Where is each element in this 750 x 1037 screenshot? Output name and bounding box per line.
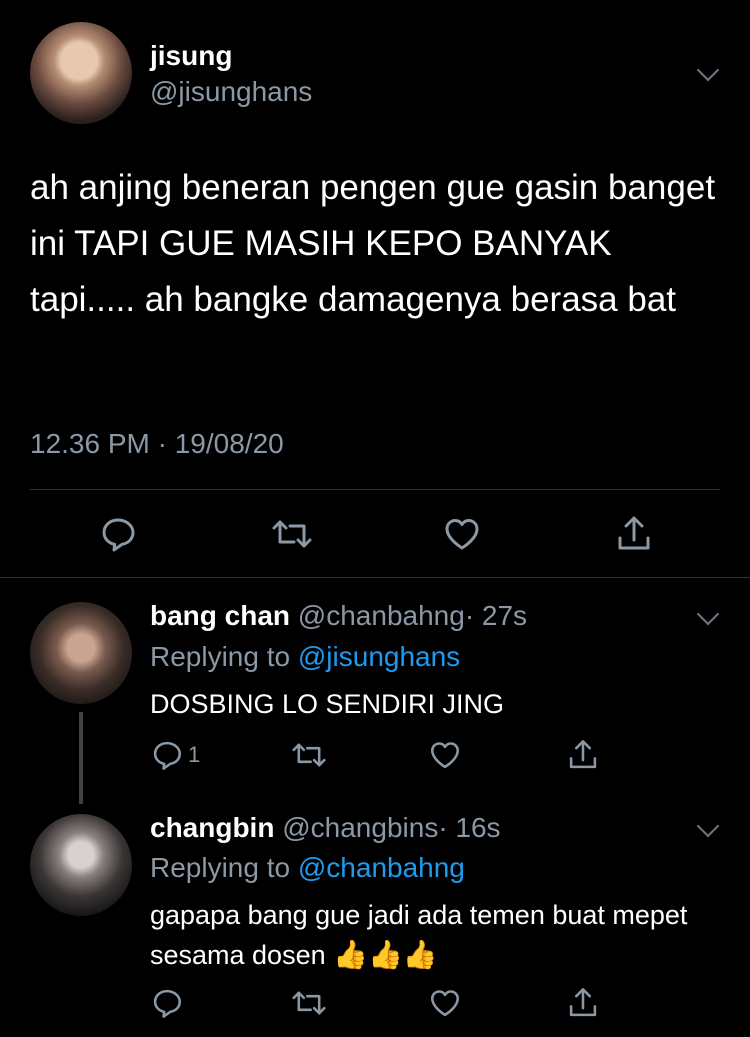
- retweet-icon: [272, 520, 312, 548]
- reply-text: DOSBING LO SENDIRI JING: [150, 689, 505, 719]
- share-icon: [569, 988, 597, 1017]
- replying-prefix: Replying to: [150, 641, 291, 672]
- retweet-button[interactable]: [290, 986, 328, 1020]
- replying-to-link[interactable]: @chanbahng: [298, 852, 465, 883]
- display-name[interactable]: jisung: [150, 40, 232, 72]
- display-name[interactable]: bang chan: [150, 600, 290, 631]
- reply-icon: [153, 741, 182, 770]
- share-icon: [618, 516, 650, 550]
- chevron-down-icon[interactable]: [696, 602, 720, 626]
- share-icon: [569, 740, 597, 769]
- avatar-jisung[interactable]: [30, 22, 132, 124]
- reply-count: 1: [188, 742, 201, 767]
- like-icon: [430, 990, 460, 1017]
- reply-time: · 16s: [438, 812, 501, 843]
- reply-icon: [102, 518, 135, 552]
- retweet-icon: [292, 991, 326, 1015]
- chevron-down-icon[interactable]: [696, 814, 720, 838]
- reply-button[interactable]: [98, 514, 138, 554]
- thumbs-up-emoji: 👍👍👍: [333, 939, 438, 970]
- reply-header: changbin @changbins· 16s: [150, 812, 501, 844]
- like-button[interactable]: [442, 514, 482, 554]
- timestamp: 12.36 PM · 19/08/20: [30, 428, 284, 459]
- replying-to: Replying to @chanbahng: [150, 852, 465, 884]
- handle[interactable]: @jisunghans: [150, 76, 312, 108]
- reply-button[interactable]: [150, 986, 184, 1020]
- reply-button[interactable]: 1: [150, 738, 200, 772]
- handle[interactable]: @changbins: [282, 812, 438, 843]
- share-button[interactable]: [566, 986, 600, 1020]
- like-icon: [430, 742, 460, 769]
- replying-to: Replying to @jisunghans: [150, 641, 460, 673]
- share-button[interactable]: [614, 514, 654, 554]
- display-name[interactable]: changbin: [150, 812, 274, 843]
- reply-time: · 27s: [464, 600, 528, 631]
- replying-prefix: Replying to: [150, 852, 291, 883]
- replying-to-link[interactable]: @jisunghans: [298, 641, 460, 672]
- like-button[interactable]: [428, 738, 462, 772]
- reply-header: bang chan @chanbahng· 27s: [150, 600, 527, 632]
- retweet-button[interactable]: [270, 514, 314, 554]
- like-button[interactable]: [428, 986, 462, 1020]
- share-button[interactable]: [566, 738, 600, 772]
- reply-text: gapapa bang gue jadi ada temen buat mepe…: [150, 895, 710, 975]
- handle[interactable]: @chanbahng: [298, 600, 465, 631]
- like-icon: [445, 519, 479, 550]
- divider: [0, 577, 750, 578]
- chevron-down-icon[interactable]: [696, 58, 720, 82]
- reply-icon: [153, 989, 182, 1018]
- avatar-bang-chan[interactable]: [30, 602, 132, 704]
- avatar-changbin[interactable]: [30, 814, 132, 916]
- thread-line: [79, 712, 83, 804]
- retweet-button[interactable]: [290, 738, 328, 772]
- retweet-icon: [292, 743, 326, 767]
- divider: [30, 489, 720, 490]
- tweet-text: ah anjing beneran pengen gue gasin bange…: [30, 168, 716, 319]
